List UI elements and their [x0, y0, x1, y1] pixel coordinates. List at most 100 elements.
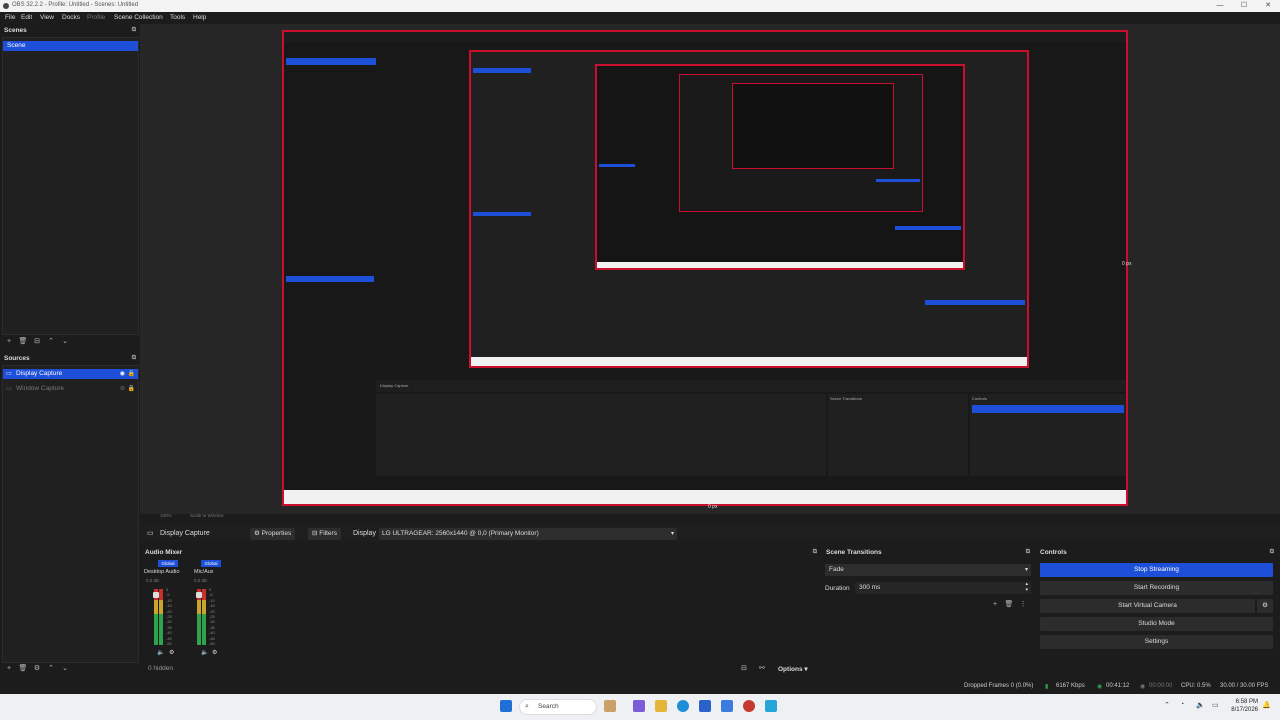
- taskbar-search[interactable]: ⌕ Search: [519, 699, 597, 715]
- notification-icon[interactable]: 🔔: [1262, 701, 1271, 709]
- eye-hidden-icon[interactable]: ⊘: [120, 384, 125, 394]
- nested-stop-streaming: [876, 179, 920, 182]
- duration-label: Duration: [825, 585, 850, 592]
- battery-icon[interactable]: ▭: [1212, 701, 1219, 709]
- channel-settings-icon[interactable]: ⚙: [212, 649, 217, 656]
- properties-label: Properties: [261, 530, 292, 537]
- properties-button[interactable]: ⚙ Properties: [250, 528, 296, 540]
- lock-icon[interactable]: 🔒: [128, 384, 135, 394]
- stream-time: 00:41:12: [1106, 683, 1130, 689]
- start-recording-button[interactable]: Start Recording: [1040, 581, 1273, 595]
- dock-float-icon[interactable]: ⧉: [1270, 549, 1274, 556]
- channel-name[interactable]: Desktop Audio: [144, 569, 179, 575]
- volume-fader[interactable]: [196, 592, 202, 598]
- menu-view[interactable]: View: [40, 14, 54, 21]
- menu-profile[interactable]: Profile: [87, 14, 105, 21]
- audio-mixer-area: Global Desktop Audio 0.0 dB 0 -5 -10 -15 -20…: [141, 559, 821, 661]
- gear-icon[interactable]: ⚙: [30, 664, 44, 672]
- menu-file[interactable]: File: [5, 14, 15, 21]
- move-down-icon[interactable]: ⌄: [58, 664, 72, 672]
- preview-scale-mode[interactable]: Scale to Window: [190, 513, 224, 518]
- source-item-window-capture[interactable]: Window Capture ▭ ⊘ 🔒: [3, 384, 138, 394]
- edge-icon[interactable]: [677, 700, 689, 712]
- menu-scene-collection[interactable]: Scene Collection: [114, 14, 163, 21]
- dock-float-icon[interactable]: ⧉: [1026, 549, 1030, 556]
- mixer-options-button[interactable]: Options ▾: [778, 665, 808, 673]
- monitor-icon: ▭: [6, 371, 12, 377]
- lock-icon[interactable]: 🔒: [128, 369, 135, 379]
- minimize-button[interactable]: —: [1208, 0, 1232, 12]
- sources-toolbar: + 🗑 ⚙ ⌃ ⌄: [2, 664, 72, 674]
- transitions-toolbar: + 🗑 ⋮: [988, 600, 1030, 610]
- nested-source-highlight: [286, 276, 374, 282]
- start-virtual-camera-button[interactable]: Start Virtual Camera: [1040, 599, 1255, 613]
- trash-icon[interactable]: 🗑: [16, 337, 30, 345]
- maximize-button[interactable]: ☐: [1232, 0, 1256, 12]
- transition-type-select[interactable]: Fade ▾: [825, 564, 1031, 576]
- add-icon[interactable]: +: [2, 665, 16, 672]
- obs-taskbar-icon[interactable]: [743, 700, 755, 712]
- link-icon[interactable]: ⚯: [759, 664, 765, 672]
- speaker-icon[interactable]: 🔈: [157, 649, 164, 656]
- list-view-icon[interactable]: ⊟: [741, 664, 747, 672]
- volume-scale: 0 -5 -10 -15 -20 -25 -30 -35 -40 -45 -50: [166, 587, 172, 647]
- file-explorer-icon[interactable]: [655, 700, 667, 712]
- preview-canvas[interactable]: Display Capture Scene Transitions Contro…: [282, 30, 1128, 506]
- store-icon[interactable]: [699, 700, 711, 712]
- search-label: Search: [538, 703, 559, 710]
- move-down-icon[interactable]: ⌄: [58, 337, 72, 345]
- obs-logo-icon: [3, 3, 9, 9]
- settings-button[interactable]: Settings: [1040, 635, 1273, 649]
- display-select[interactable]: LG ULTRAGEAR: 2560x1440 @ 0,0 (Primary M…: [379, 528, 677, 540]
- trash-icon[interactable]: 🗑: [1002, 600, 1016, 608]
- scenes-list: Scene: [2, 37, 139, 335]
- filters-button[interactable]: ⊟ Filters: [308, 528, 341, 540]
- close-button[interactable]: ✕: [1256, 0, 1280, 12]
- app-icon[interactable]: [633, 700, 645, 712]
- menu-tools[interactable]: Tools: [170, 14, 185, 21]
- clock-time: 6:58 PM: [1235, 699, 1258, 705]
- dock-float-icon[interactable]: ⧉: [813, 549, 817, 556]
- nested-source-highlight: [599, 164, 635, 167]
- studio-mode-button[interactable]: Studio Mode: [1040, 617, 1273, 631]
- channel-tag: Global: [158, 560, 178, 567]
- snipping-tool-icon[interactable]: [765, 700, 777, 712]
- channel-name[interactable]: Mic/Aux: [194, 569, 214, 575]
- add-icon[interactable]: +: [2, 338, 16, 345]
- volume-fader[interactable]: [153, 592, 159, 598]
- menu-edit[interactable]: Edit: [21, 14, 32, 21]
- stop-streaming-button[interactable]: Stop Streaming: [1040, 563, 1273, 577]
- menu-help[interactable]: Help: [193, 14, 206, 21]
- trash-icon[interactable]: 🗑: [16, 664, 30, 672]
- dock-float-icon[interactable]: ⧉: [132, 27, 136, 34]
- scene-item[interactable]: Scene: [3, 41, 138, 51]
- menu-docks[interactable]: Docks: [62, 14, 80, 21]
- virtual-camera-settings-button[interactable]: ⚙: [1257, 599, 1273, 613]
- duration-input[interactable]: 300 ms ▴ ▾: [855, 581, 1031, 594]
- volume-icon[interactable]: 🔈: [1196, 701, 1205, 709]
- context-source-name: Display Capture: [160, 530, 210, 537]
- eye-icon[interactable]: ◉: [120, 369, 125, 379]
- dock-float-icon[interactable]: ⧉: [132, 355, 136, 362]
- move-up-icon[interactable]: ⌃: [44, 337, 58, 345]
- mail-icon[interactable]: [721, 700, 733, 712]
- tray-chevron-icon[interactable]: ⌃: [1164, 701, 1170, 709]
- speaker-icon[interactable]: 🔈: [201, 649, 208, 656]
- source-item-display-capture[interactable]: Display Capture ▭ ◉ 🔒: [3, 369, 138, 379]
- taskbar-clock[interactable]: 6:58 PM 8/17/2026: [1231, 698, 1258, 714]
- channel-settings-icon[interactable]: ⚙: [169, 649, 174, 656]
- more-icon[interactable]: ⋮: [1016, 600, 1030, 608]
- volume-scale: 0 -5 -10 -15 -20 -25 -30 -35 -40 -45 -50: [209, 587, 215, 647]
- wifi-icon[interactable]: ◔: [1180, 701, 1184, 708]
- windows-start-icon[interactable]: [500, 700, 512, 712]
- nested-stop-streaming: [972, 405, 1124, 413]
- gear-icon: ⚙: [254, 530, 262, 537]
- filter-icon[interactable]: ⊟: [30, 337, 44, 345]
- add-icon[interactable]: +: [988, 601, 1002, 608]
- move-up-icon[interactable]: ⌃: [44, 664, 58, 672]
- widgets-icon[interactable]: [604, 700, 616, 712]
- nested-taskbar: [597, 262, 963, 268]
- stepper-icon[interactable]: ▴ ▾: [1025, 581, 1028, 593]
- preview-zoom-level[interactable]: 100%: [160, 513, 172, 518]
- record-time: 00:00:00: [1149, 683, 1173, 689]
